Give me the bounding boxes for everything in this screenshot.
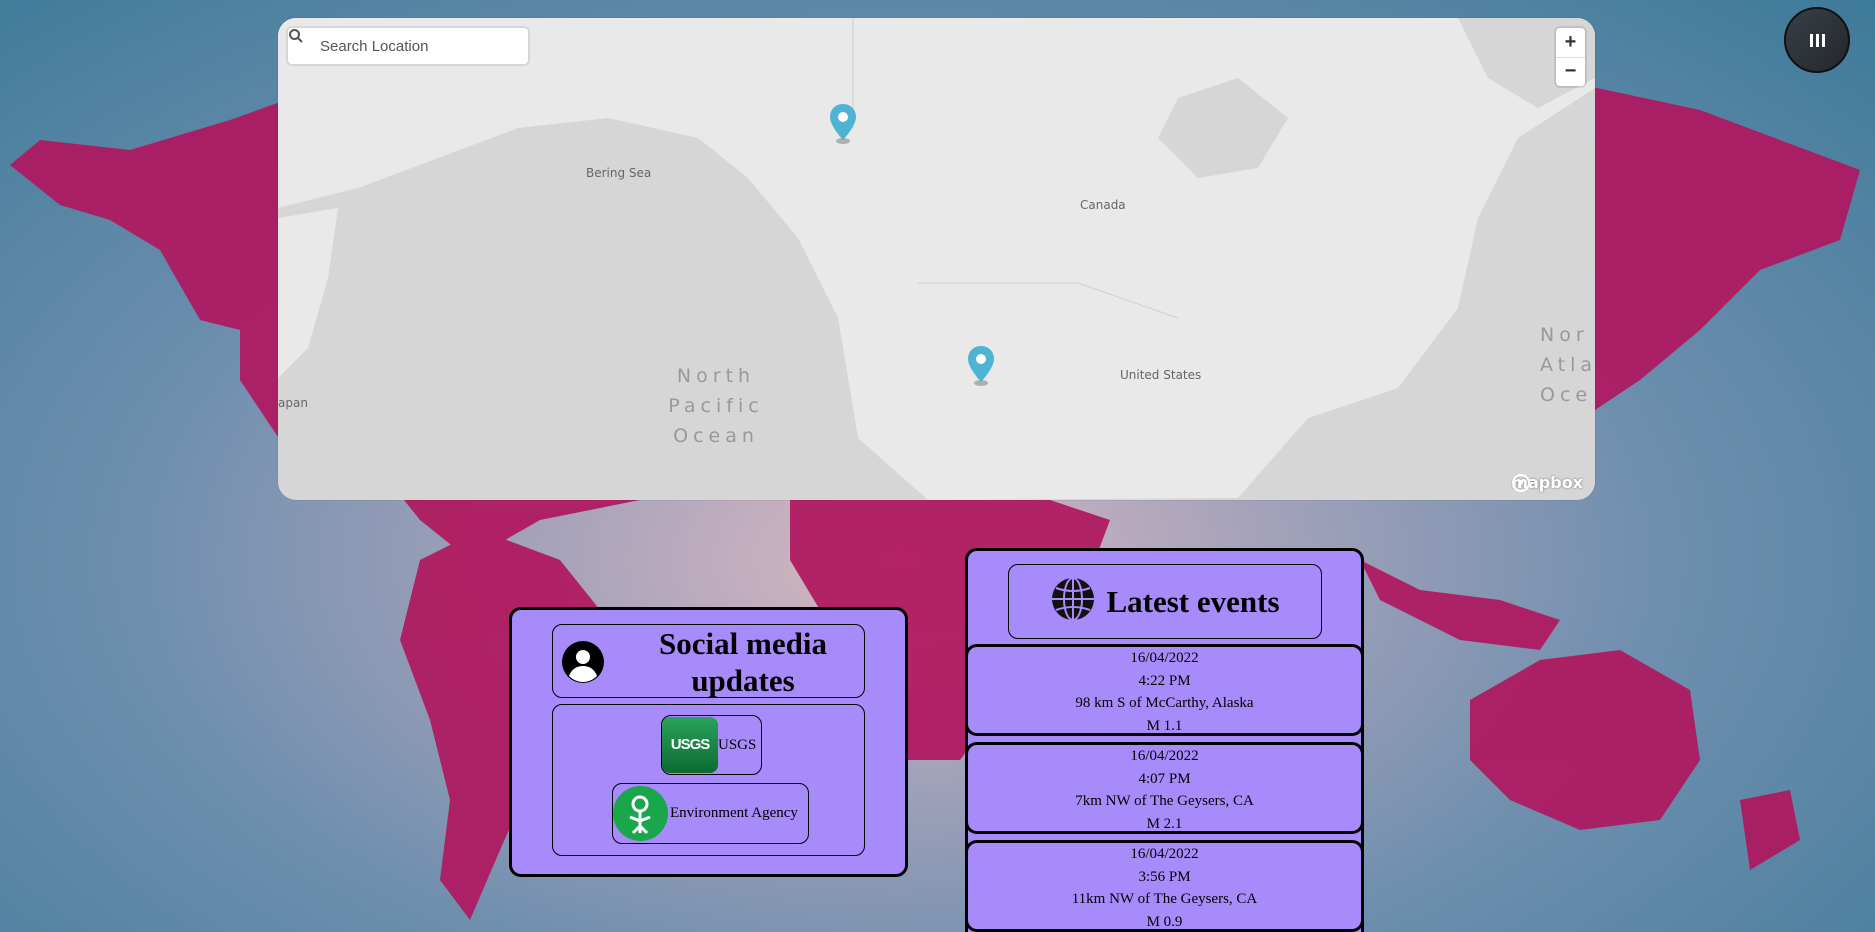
event-card[interactable]: 16/04/2022 4:22 PM 98 km S of McCarthy, … bbox=[968, 644, 1361, 736]
event-location: 98 km S of McCarthy, Alaska bbox=[1075, 695, 1254, 711]
environment-agency-logo-icon bbox=[613, 786, 668, 841]
event-date: 16/04/2022 bbox=[1130, 650, 1199, 666]
menu-button[interactable] bbox=[1784, 7, 1850, 73]
event-card[interactable]: 16/04/2022 4:07 PM 7km NW of The Geysers… bbox=[968, 742, 1361, 834]
usgs-source-label: USGS bbox=[718, 736, 757, 753]
event-time: 4:07 PM bbox=[1138, 770, 1191, 787]
event-date: 16/04/2022 bbox=[1130, 748, 1199, 764]
social-sources-list: USGS USGS Environment Agency bbox=[552, 704, 865, 856]
zoom-out-button[interactable]: − bbox=[1556, 56, 1585, 87]
event-magnitude: M 1.1 bbox=[1146, 717, 1183, 734]
map-label-japan: apan bbox=[278, 396, 308, 410]
event-card[interactable]: 16/04/2022 3:56 PM 11km NW of The Geyser… bbox=[968, 840, 1361, 932]
event-time: 4:22 PM bbox=[1138, 672, 1191, 689]
ocean-label-north-atlantic: Nor Atla Oce bbox=[1540, 324, 1595, 406]
menu-icon bbox=[1809, 33, 1825, 47]
environment-agency-source-button[interactable]: Environment Agency bbox=[612, 783, 809, 844]
user-avatar-icon bbox=[561, 640, 605, 689]
mapbox-attribution[interactable]: mapbox bbox=[1511, 473, 1583, 492]
map-label-united-states: United States bbox=[1120, 368, 1202, 382]
search-box[interactable] bbox=[288, 28, 528, 64]
social-media-panel: Social media updates USGS USGS Environme… bbox=[509, 607, 908, 877]
event-magnitude: M 2.1 bbox=[1146, 815, 1183, 832]
latest-events-panel: Latest events 16/04/2022 4:22 PM 98 km S… bbox=[965, 548, 1364, 932]
globe-icon bbox=[1050, 576, 1096, 627]
environment-agency-source-label: Environment Agency bbox=[670, 805, 798, 821]
social-media-header: Social media updates bbox=[552, 624, 865, 698]
zoom-control: + − bbox=[1556, 28, 1585, 86]
latest-events-title: Latest events bbox=[1106, 583, 1280, 619]
event-location: 11km NW of The Geysers, CA bbox=[1071, 891, 1258, 907]
map-view[interactable]: + − Bering Sea Canada United States apan… bbox=[278, 18, 1595, 500]
event-location: 7km NW of The Geysers, CA bbox=[1075, 793, 1254, 809]
event-time: 3:56 PM bbox=[1138, 868, 1191, 885]
usgs-logo-icon: USGS bbox=[662, 717, 718, 773]
event-magnitude: M 0.9 bbox=[1146, 913, 1183, 930]
map-land bbox=[278, 18, 1595, 500]
mapbox-icon bbox=[1512, 474, 1531, 492]
zoom-in-button[interactable]: + bbox=[1556, 28, 1585, 57]
usgs-source-button[interactable]: USGS USGS bbox=[661, 715, 762, 775]
search-input[interactable] bbox=[318, 30, 522, 62]
ocean-label-north-pacific: North Pacific Ocean bbox=[668, 365, 764, 447]
event-date: 16/04/2022 bbox=[1130, 846, 1199, 862]
latest-events-header: Latest events bbox=[1008, 564, 1322, 639]
map-label-canada: Canada bbox=[1080, 198, 1126, 212]
social-media-title: Social media updates bbox=[659, 626, 827, 698]
map-label-bering-sea: Bering Sea bbox=[586, 166, 652, 180]
